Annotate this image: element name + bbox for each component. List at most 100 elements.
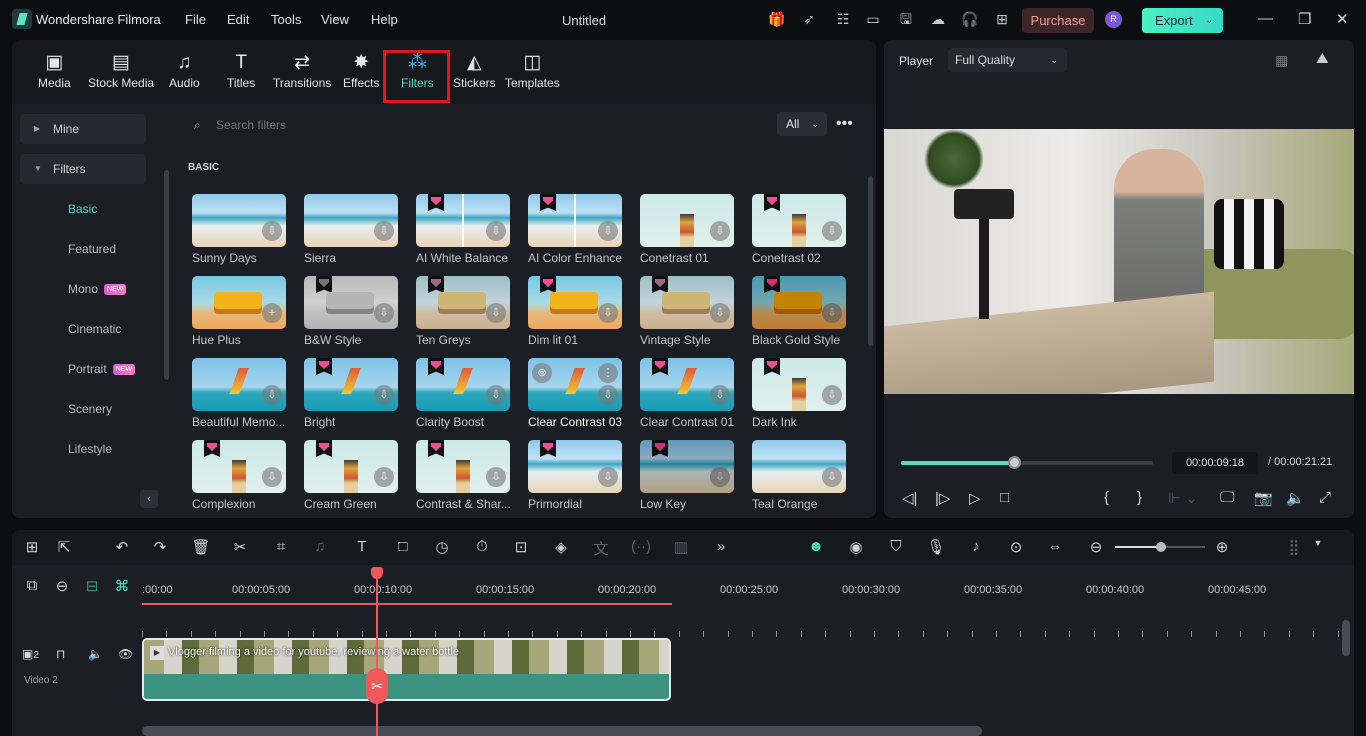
scopes-icon[interactable]: ⛰: [1316, 50, 1329, 67]
zoom-in-icon[interactable]: ⊕: [1212, 538, 1232, 556]
next-frame-icon[interactable]: |▷: [935, 489, 950, 507]
play-icon[interactable]: ▷: [969, 489, 981, 507]
undo-icon[interactable]: ↶: [112, 538, 132, 556]
cloud-upload-icon[interactable]: ☁: [929, 10, 947, 28]
filter-card[interactable]: ⇩ Sunny Days: [192, 194, 286, 265]
sidebar-item-mono[interactable]: Mono NEW: [68, 282, 127, 296]
render-preview-icon[interactable]: ◉: [846, 538, 866, 556]
minimize-icon[interactable]: —: [1258, 10, 1273, 27]
filter-card[interactable]: ⇩ Teal Orange: [752, 440, 846, 511]
prev-frame-icon[interactable]: ◁|: [902, 489, 917, 507]
progress-handle[interactable]: [1008, 456, 1022, 469]
sidebar-item-portrait[interactable]: Portrait NEW: [68, 362, 136, 376]
download-icon[interactable]: ⇩: [822, 221, 842, 241]
gift-icon[interactable]: 🎁: [768, 10, 786, 28]
download-icon[interactable]: ⇩: [262, 221, 282, 241]
menu-edit[interactable]: Edit: [227, 12, 249, 27]
fit-icon[interactable]: ⇔: [1045, 538, 1065, 555]
layout-icon[interactable]: ▭: [864, 10, 882, 28]
visibility-icon[interactable]: 👁: [118, 647, 133, 661]
filter-thumbnail[interactable]: ⇩: [528, 194, 622, 247]
crop-icon[interactable]: ⌗: [271, 538, 291, 555]
tab-stickers[interactable]: ◭ Stickers: [453, 52, 496, 90]
download-icon[interactable]: ⇩: [822, 467, 842, 487]
playback-progress[interactable]: [901, 456, 1153, 469]
split-scissors-icon[interactable]: ✂: [366, 668, 388, 704]
grid-scrollbar[interactable]: [868, 176, 873, 346]
translate-icon[interactable]: 文: [591, 538, 611, 559]
export-button[interactable]: Export ⌄: [1142, 8, 1223, 33]
sidebar-item-scenery[interactable]: Scenery: [68, 402, 112, 416]
filter-thumbnail[interactable]: ⇩: [192, 194, 286, 247]
filter-thumbnail[interactable]: ⇩: [304, 276, 398, 329]
video-preview[interactable]: [884, 129, 1354, 394]
purchase-button[interactable]: Purchase: [1022, 8, 1094, 33]
filter-thumbnail[interactable]: ⇩ ⊚ ⋮: [528, 358, 622, 411]
filter-thumbnail[interactable]: ⇩: [304, 358, 398, 411]
mark-out-icon[interactable]: }: [1137, 489, 1142, 506]
filter-thumbnail[interactable]: ⇩: [192, 358, 286, 411]
filter-thumbnail[interactable]: ⇩: [752, 358, 846, 411]
filter-type-dropdown[interactable]: All ⌄: [777, 112, 827, 136]
download-icon[interactable]: ⇩: [374, 467, 394, 487]
download-icon[interactable]: ⇩: [822, 303, 842, 323]
filter-card[interactable]: ⇩ Dark Ink: [752, 358, 846, 429]
redo-icon[interactable]: ↷: [150, 538, 170, 556]
filter-card[interactable]: ⇩ Black Gold Style: [752, 276, 846, 347]
audio-wave-icon[interactable]: ▥: [671, 538, 691, 556]
download-icon[interactable]: ⇩: [710, 221, 730, 241]
download-icon[interactable]: ⇩: [486, 467, 506, 487]
insert-icon[interactable]: ⊩ ⌄: [1168, 489, 1198, 507]
zoom-handle[interactable]: [1156, 542, 1166, 552]
filter-card[interactable]: ⇩ ⊚ ⋮ Clear Contrast 03: [528, 358, 622, 429]
restore-icon[interactable]: ❐: [1298, 10, 1311, 28]
filter-card[interactable]: ⇩ Primordial: [528, 440, 622, 511]
mute-icon[interactable]: 🔈: [88, 647, 103, 661]
headset-icon[interactable]: 🎧: [961, 10, 979, 28]
menu-tools[interactable]: Tools: [271, 12, 301, 27]
lock-icon[interactable]: ⊓: [56, 647, 65, 661]
snapshot-icon[interactable]: 📷: [1254, 489, 1273, 507]
filter-thumbnail[interactable]: ⇩: [304, 194, 398, 247]
download-icon[interactable]: ⇩: [710, 467, 730, 487]
download-icon[interactable]: ⇩: [486, 303, 506, 323]
filter-card[interactable]: ⇩ Low Key: [640, 440, 734, 511]
close-icon[interactable]: ✕: [1336, 10, 1349, 28]
time-ruler[interactable]: :00:00 00:00:05:00 00:00:10:00 00:00:15:00 0…: [12, 565, 1354, 637]
filter-thumbnail[interactable]: ⇩: [416, 358, 510, 411]
preview-icon[interactable]: ⊙: [1006, 538, 1026, 556]
filter-thumbnail[interactable]: ⇩: [752, 276, 846, 329]
send-icon[interactable]: ➶: [800, 10, 818, 28]
filter-thumbnail[interactable]: ⇩: [640, 440, 734, 493]
filter-card[interactable]: ⇩ Ten Greys: [416, 276, 510, 347]
preview-icon[interactable]: ⊚: [532, 363, 552, 383]
zoom-slider[interactable]: [1115, 542, 1205, 552]
video-clip[interactable]: ▶ Vlogger filming a video for youtube, r…: [142, 638, 671, 701]
more-icon[interactable]: ⋮: [598, 363, 618, 383]
collapse-sidebar-button[interactable]: ‹: [140, 490, 158, 508]
filter-card[interactable]: ⇩ Contrast & Shar...: [416, 440, 510, 511]
filter-card[interactable]: ⇩ Bright: [304, 358, 398, 429]
playhead[interactable]: [376, 567, 378, 736]
filter-thumbnail[interactable]: ⇩: [640, 194, 734, 247]
grid-view-icon[interactable]: ▦: [1275, 52, 1288, 69]
save-icon[interactable]: 🖫: [897, 10, 915, 28]
keyframe-icon[interactable]: ◈: [551, 538, 571, 556]
tab-effects[interactable]: ✸ Effects: [343, 52, 379, 90]
ai-assistant-icon[interactable]: ☻: [806, 538, 826, 555]
tab-stock-media[interactable]: ▤ Stock Media: [88, 52, 154, 90]
download-icon[interactable]: ⇩: [374, 221, 394, 241]
filter-thumbnail[interactable]: ⇩: [752, 194, 846, 247]
sidebar-scrollbar[interactable]: [164, 170, 169, 380]
filter-thumbnail[interactable]: ⇩: [640, 276, 734, 329]
filter-card[interactable]: ⇩ Dim lit 01: [528, 276, 622, 347]
filter-card[interactable]: ⇩ Sierra: [304, 194, 398, 265]
caret-down-icon[interactable]: ▼: [1308, 538, 1328, 548]
filter-thumbnail[interactable]: ⇩: [304, 440, 398, 493]
filter-thumbnail[interactable]: ⇩: [752, 440, 846, 493]
tab-media[interactable]: ▣ Media: [38, 52, 71, 90]
filter-thumbnail[interactable]: ⇩: [528, 276, 622, 329]
sidebar-item-basic[interactable]: Basic: [68, 202, 97, 216]
microphone-icon[interactable]: 🎙: [926, 538, 946, 556]
download-icon[interactable]: ⇩: [486, 385, 506, 405]
